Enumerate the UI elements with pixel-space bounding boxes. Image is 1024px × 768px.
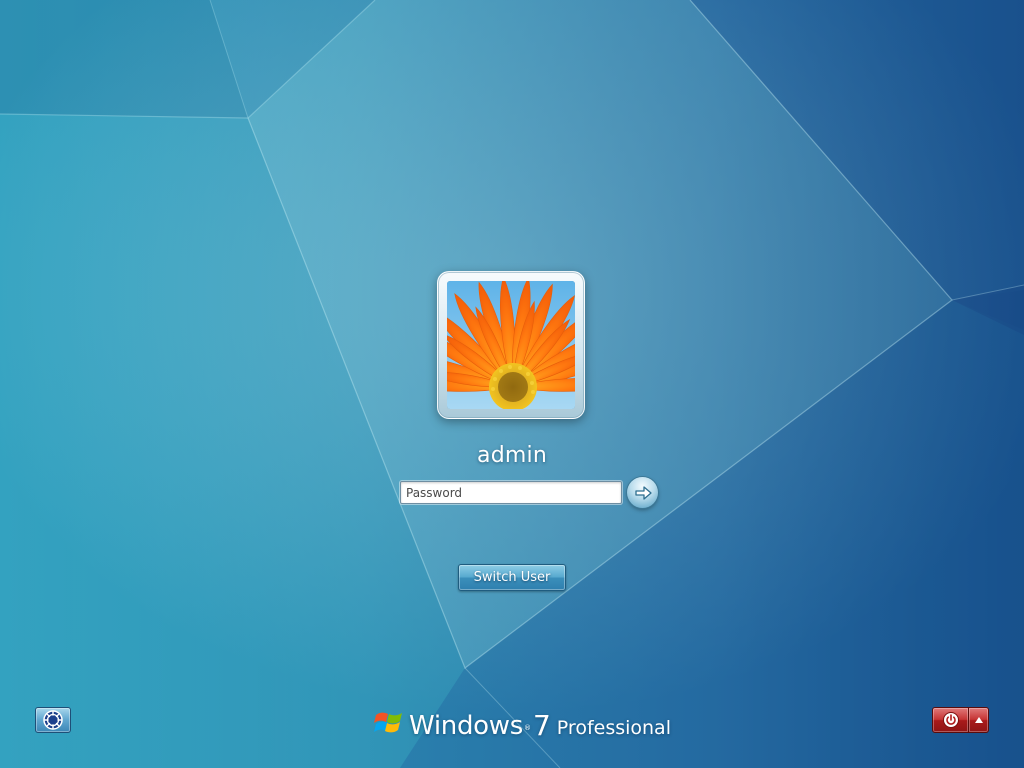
brand-edition-text: Professional bbox=[556, 717, 671, 739]
brand-windows-text: Windows bbox=[409, 711, 523, 741]
power-icon bbox=[942, 712, 959, 728]
flower-picture-icon bbox=[447, 281, 575, 409]
password-input[interactable] bbox=[400, 481, 622, 504]
brand-version-text: 7 bbox=[532, 709, 551, 742]
user-tile[interactable] bbox=[437, 271, 585, 419]
brand-trademark: ® bbox=[523, 724, 531, 732]
user-picture bbox=[447, 281, 575, 409]
logon-screen: admin Switch User Windows ® 7 Profession… bbox=[0, 0, 1024, 768]
ease-of-access-icon bbox=[43, 710, 63, 730]
switch-user-button[interactable]: Switch User bbox=[458, 564, 566, 591]
shutdown-options-button[interactable] bbox=[969, 707, 989, 733]
shutdown-button[interactable] bbox=[932, 707, 969, 733]
windows-branding: Windows ® 7 Professional bbox=[374, 703, 671, 743]
submit-arrow-button[interactable] bbox=[627, 477, 658, 508]
triangle-up-icon bbox=[974, 717, 983, 723]
windows-flag-icon bbox=[374, 712, 402, 733]
shutdown-button-group bbox=[932, 707, 989, 733]
ease-of-access-button[interactable] bbox=[35, 707, 71, 733]
arrow-right-icon bbox=[634, 485, 652, 500]
username-label: admin bbox=[477, 443, 547, 468]
